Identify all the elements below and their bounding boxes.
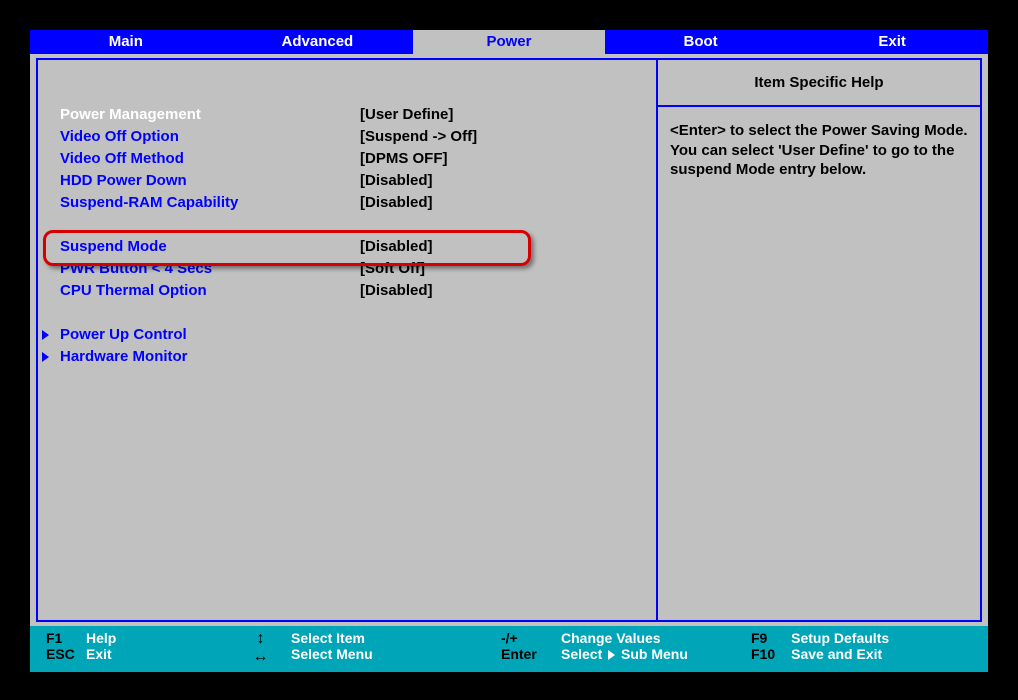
tab-exit[interactable]: Exit — [796, 30, 988, 54]
hint-sub-menu: Sub Menu — [621, 646, 688, 662]
item-value: [DPMS OFF] — [360, 148, 448, 170]
item-value: [Soft Off] — [360, 258, 425, 280]
hint-select: Select — [561, 646, 602, 662]
item-label: Suspend-RAM Capability — [60, 192, 360, 214]
item-label: CPU Thermal Option — [60, 280, 360, 302]
hint-save-exit: Save and Exit — [791, 646, 988, 662]
leftright-icon: ↔ — [253, 648, 269, 666]
help-title: Item Specific Help — [658, 60, 980, 107]
item-pwr-button[interactable]: PWR Button < 4 Secs [Soft Off] — [60, 258, 646, 280]
hint-select-menu: Select Menu — [291, 646, 485, 662]
key-plusminus: -/+ — [501, 630, 545, 646]
bios-window: Main Advanced Power Boot Exit Power Mana… — [30, 30, 988, 672]
hint-defaults: Setup Defaults — [791, 630, 988, 646]
item-suspend-mode[interactable]: Suspend Mode [Disabled] — [60, 236, 646, 258]
item-label: PWR Button < 4 Secs — [60, 258, 360, 280]
updown-icon: ↕ — [257, 630, 265, 648]
key-esc: ESC — [46, 646, 86, 662]
key-enter: Enter — [501, 646, 545, 662]
tab-advanced[interactable]: Advanced — [222, 30, 414, 54]
footer-bar: F1Help ESCExit ↕ ↔ Select Item Select Me… — [30, 626, 988, 672]
main-panel: Power Management [User Define] Video Off… — [36, 58, 658, 622]
item-value: [Suspend -> Off] — [360, 126, 477, 148]
tab-boot[interactable]: Boot — [605, 30, 797, 54]
help-text: <Enter> to select the Power Saving Mode.… — [658, 107, 980, 194]
hint-select-item: Select Item — [291, 630, 485, 646]
item-power-up-control[interactable]: Power Up Control — [42, 324, 646, 346]
item-label: Suspend Mode — [60, 236, 360, 258]
item-label: Video Off Option — [60, 126, 360, 148]
item-video-off-option[interactable]: Video Off Option [Suspend -> Off] — [60, 126, 646, 148]
triangle-right-icon — [608, 650, 615, 660]
item-label: Video Off Method — [60, 148, 360, 170]
item-hdd-power-down[interactable]: HDD Power Down [Disabled] — [60, 170, 646, 192]
key-f9: F9 — [751, 630, 775, 646]
item-suspend-ram[interactable]: Suspend-RAM Capability [Disabled] — [60, 192, 646, 214]
item-value: [User Define] — [360, 104, 453, 126]
item-value: [Disabled] — [360, 192, 433, 214]
tab-power[interactable]: Power — [413, 30, 605, 54]
item-hardware-monitor[interactable]: Hardware Monitor — [42, 346, 646, 368]
hint-exit: Exit — [86, 646, 112, 662]
hint-help: Help — [86, 630, 116, 646]
item-video-off-method[interactable]: Video Off Method [DPMS OFF] — [60, 148, 646, 170]
item-value: [Disabled] — [360, 236, 433, 258]
item-power-management[interactable]: Power Management [User Define] — [60, 104, 646, 126]
item-cpu-thermal[interactable]: CPU Thermal Option [Disabled] — [60, 280, 646, 302]
key-f1: F1 — [46, 630, 86, 646]
item-label: Power Management — [60, 104, 360, 126]
item-label: HDD Power Down — [60, 170, 360, 192]
key-f10: F10 — [751, 646, 775, 662]
hint-change-values: Change Values — [561, 630, 735, 646]
item-label: Power Up Control — [42, 324, 360, 346]
item-value: [Disabled] — [360, 170, 433, 192]
help-panel: Item Specific Help <Enter> to select the… — [658, 58, 982, 622]
item-value: [Disabled] — [360, 280, 433, 302]
tab-main[interactable]: Main — [30, 30, 222, 54]
tab-bar: Main Advanced Power Boot Exit — [30, 30, 988, 54]
item-label: Hardware Monitor — [42, 346, 360, 368]
